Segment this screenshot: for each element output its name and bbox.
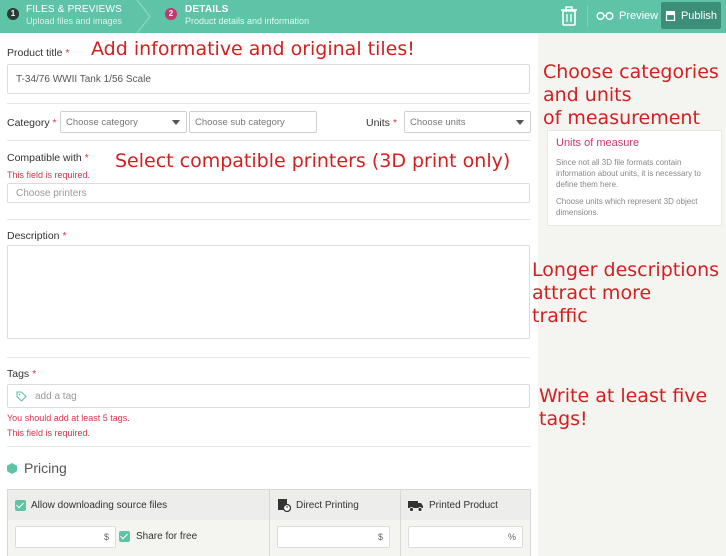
chevron-down-icon (516, 120, 524, 125)
step-details[interactable]: 2 DETAILS Product details and informatio… (148, 0, 348, 33)
pricing-title: Pricing (7, 460, 67, 476)
product-title-label: Product title * (7, 47, 70, 59)
step2-title: DETAILS (185, 4, 229, 15)
annotation-tags-1: Write at least five (539, 385, 708, 407)
annotation-description-2: attract more (532, 282, 652, 304)
pricing-table: Allow downloading source files Direct Pr… (7, 489, 531, 556)
info-paragraph-2: Choose units which represent 3D object d… (556, 197, 698, 217)
chevron-down-icon (172, 120, 180, 125)
preview-button[interactable]: Preview (596, 6, 658, 26)
step1-title: FILES & PREVIEWS (26, 4, 123, 15)
compatible-error: This field is required. (7, 170, 91, 180)
publish-button[interactable]: Publish (661, 2, 721, 29)
printers-input[interactable]: Choose printers (7, 183, 530, 203)
direct-printing-cell: $ (270, 520, 401, 556)
annotation-description-1: Longer descriptions (532, 259, 720, 281)
description-label: Description * (7, 230, 67, 242)
info-paragraph-1: Since not all 3D file formats contain in… (556, 158, 701, 189)
category-select[interactable]: Choose category (60, 111, 187, 133)
details-form: Product title * T-34/76 WWII Tank 1/56 S… (0, 33, 538, 556)
tag-input[interactable]: add a tag (7, 384, 530, 408)
header-separator (587, 6, 588, 26)
divider (7, 446, 530, 447)
store-icon (665, 11, 676, 21)
product-title-value: T-34/76 WWII Tank 1/56 Scale (16, 73, 151, 85)
direct-printing-price-input[interactable]: $ (277, 526, 390, 548)
printed-product-cell: % (401, 520, 530, 556)
units-select[interactable]: Choose units (404, 111, 531, 133)
tags-error-min: You should add at least 5 tags. (7, 413, 130, 423)
annotation-title: Add informative and original tiles! (91, 38, 415, 60)
download-price-input[interactable]: $ (15, 526, 116, 548)
subcategory-select[interactable]: Choose sub category (189, 111, 317, 133)
printer-clock-icon (278, 499, 291, 512)
printed-product-header: Printed Product (401, 490, 530, 520)
hexagon-icon (7, 462, 17, 474)
annotation-printers: Select compatible printers (3D print onl… (115, 150, 511, 172)
product-title-input[interactable]: T-34/76 WWII Tank 1/56 Scale (7, 64, 530, 94)
checkbox-checked-icon[interactable] (15, 499, 26, 511)
annotation-description-3: traffic (532, 305, 588, 327)
top-bar: 1 FILES & PREVIEWS Upload files and imag… (0, 0, 726, 33)
step-files-previews[interactable]: 1 FILES & PREVIEWS Upload files and imag… (0, 0, 151, 33)
annotation-categories-1: Choose categories (543, 61, 719, 83)
direct-printing-header: Direct Printing (270, 490, 401, 520)
printed-product-percent-input[interactable]: % (408, 526, 523, 548)
tag-icon (16, 390, 27, 402)
allow-download-option[interactable]: Allow downloading source files (8, 490, 270, 520)
divider (7, 140, 530, 141)
units-info-box: Units of measure Since not all 3D file f… (547, 130, 722, 226)
annotation-categories-3: of measurement (543, 107, 700, 129)
annotation-tags-2: tags! (539, 408, 588, 430)
divider (7, 357, 530, 358)
trash-icon[interactable] (560, 6, 578, 26)
step1-number: 1 (7, 8, 19, 20)
preview-label: Preview (619, 10, 659, 22)
annotation-categories-2: and units (543, 84, 632, 106)
glasses-icon (596, 12, 614, 20)
share-free-label: Share for free (136, 531, 198, 542)
step2-subtitle: Product details and information (185, 16, 310, 26)
step2-number: 2 (165, 8, 177, 20)
checkbox-checked-icon[interactable] (119, 531, 130, 542)
divider (7, 219, 530, 220)
units-label: Units * (366, 117, 397, 129)
divider (7, 103, 530, 104)
step1-subtitle: Upload files and images (26, 16, 123, 26)
category-label: Category * (7, 117, 57, 129)
tags-label: Tags * (7, 368, 37, 380)
download-price-cell: $ Share for free (8, 520, 270, 556)
info-title: Units of measure (556, 137, 640, 149)
tags-error-required: This field is required. (7, 428, 91, 438)
share-free-option[interactable]: Share for free (119, 531, 197, 542)
allow-download-label: Allow downloading source files (31, 499, 168, 511)
compatible-label: Compatible with * (7, 152, 89, 164)
truck-icon (408, 500, 423, 512)
description-textarea[interactable] (7, 245, 530, 339)
publish-label: Publish (680, 9, 718, 22)
